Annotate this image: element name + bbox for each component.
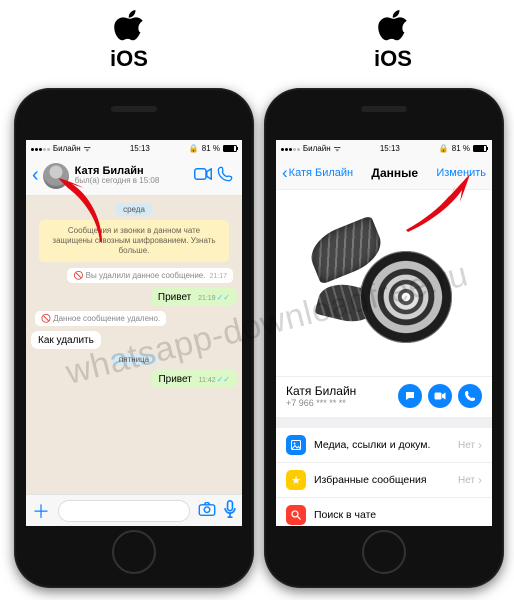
date-pill: среда — [115, 203, 153, 216]
lock-icon: 🔒 — [439, 144, 449, 153]
video-call-icon[interactable] — [192, 167, 214, 184]
contact-phone: +7 966 *** ** ** — [286, 398, 392, 408]
chevron-right-icon: › — [478, 438, 482, 452]
status-bar: Билайн ᯤ 15:13 🔒 81 % — [26, 140, 242, 156]
media-icon — [286, 435, 306, 455]
item-value: Нет — [458, 440, 475, 451]
battery-pct: 81 % — [452, 144, 470, 153]
msg-out[interactable]: Привет 21:19✓✓ — [151, 288, 237, 306]
chevron-right-icon: › — [478, 473, 482, 487]
battery-icon — [473, 145, 487, 152]
avatar[interactable] — [43, 163, 69, 189]
info-item-search[interactable]: Поиск в чате — [276, 498, 492, 526]
section-gap — [276, 418, 492, 428]
screen-chat: Билайн ᯤ 15:13 🔒 81 % ‹ Катя Билайн был(… — [26, 140, 242, 526]
ios-text: iOS — [110, 46, 148, 71]
phone-mockup-info: Билайн ᯤ 15:13 🔒 81 % ‹ Катя Билайн Данн… — [264, 88, 504, 588]
lock-icon: 🔒 — [189, 144, 199, 153]
chat-header[interactable]: ‹ Катя Билайн был(а) сегодня в 15:08 — [26, 156, 242, 196]
item-value: Нет — [458, 475, 475, 486]
video-action-icon[interactable] — [428, 384, 452, 408]
mic-icon[interactable] — [224, 500, 236, 521]
deleted-msg-other: 🚫 Данное сообщение удалено. — [35, 311, 166, 326]
battery-pct: 81 % — [202, 144, 220, 153]
carrier-label: Билайн — [303, 144, 331, 153]
chevron-left-icon: ‹ — [282, 163, 288, 183]
status-bar: Билайн ᯤ 15:13 🔒 81 % — [276, 140, 492, 156]
info-list: Медиа, ссылки и докум. Нет › ★ Избранные… — [276, 428, 492, 526]
ios-text: iOS — [374, 46, 412, 71]
message-input[interactable] — [58, 500, 190, 522]
chat-last-seen: был(а) сегодня в 15:08 — [75, 177, 192, 185]
chat-title-block[interactable]: Катя Билайн был(а) сегодня в 15:08 — [75, 166, 192, 186]
phone-mockup-chat: Билайн ᯤ 15:13 🔒 81 % ‹ Катя Билайн был(… — [14, 88, 254, 588]
contact-name: Катя Билайн — [286, 384, 392, 398]
read-ticks-icon: ✓✓ — [217, 293, 230, 302]
carrier-label: Билайн — [53, 144, 81, 153]
wifi-icon: ᯤ — [84, 143, 91, 154]
message-action-icon[interactable] — [398, 384, 422, 408]
info-header: ‹ Катя Билайн Данные Изменить — [276, 156, 492, 190]
msg-in[interactable]: Как удалить — [31, 331, 101, 349]
item-label: Медиа, ссылки и докум. — [314, 439, 458, 451]
encryption-banner[interactable]: Сообщения и звонки в данном чате защищен… — [39, 220, 229, 262]
clock: 15:13 — [380, 144, 400, 153]
contact-photo[interactable] — [276, 190, 492, 376]
signal-icon — [31, 144, 50, 153]
page-title: Данные — [371, 166, 418, 180]
item-label: Поиск в чате — [314, 509, 482, 521]
item-label: Избранные сообщения — [314, 474, 458, 486]
back-button[interactable]: ‹ Катя Билайн — [282, 163, 353, 183]
ios-logo-left: iOS — [110, 8, 148, 72]
star-icon: ★ — [286, 470, 306, 490]
apple-icon — [114, 8, 144, 44]
chat-messages[interactable]: среда Сообщения и звонки в данном чате з… — [26, 196, 242, 494]
rose-image — [304, 203, 464, 363]
edit-button[interactable]: Изменить — [436, 167, 486, 179]
date-pill: пятница — [111, 353, 157, 366]
ios-logo-right: iOS — [374, 8, 412, 72]
call-action-icon[interactable] — [458, 384, 482, 408]
attach-icon[interactable]: ＋ — [32, 498, 50, 524]
info-item-media[interactable]: Медиа, ссылки и докум. Нет › — [276, 428, 492, 463]
wifi-icon: ᯤ — [334, 143, 341, 154]
chat-input-bar: ＋ — [26, 494, 242, 526]
battery-icon — [223, 145, 237, 152]
screen-info: Билайн ᯤ 15:13 🔒 81 % ‹ Катя Билайн Данн… — [276, 140, 492, 526]
apple-icon — [378, 8, 408, 44]
camera-icon[interactable] — [198, 502, 216, 519]
back-icon[interactable]: ‹ — [32, 164, 41, 187]
back-label: Катя Билайн — [289, 167, 353, 179]
msg-out[interactable]: Привет 11:42✓✓ — [151, 370, 237, 388]
signal-icon — [281, 144, 300, 153]
deleted-msg-you: 🚫 Вы удалили данное сообщение.21:17 — [67, 268, 233, 283]
contact-row: Катя Билайн +7 966 *** ** ** — [276, 376, 492, 418]
clock: 15:13 — [130, 144, 150, 153]
read-ticks-icon: ✓✓ — [217, 375, 230, 384]
info-item-fav[interactable]: ★ Избранные сообщения Нет › — [276, 463, 492, 498]
search-icon — [286, 505, 306, 525]
voice-call-icon[interactable] — [214, 166, 236, 186]
